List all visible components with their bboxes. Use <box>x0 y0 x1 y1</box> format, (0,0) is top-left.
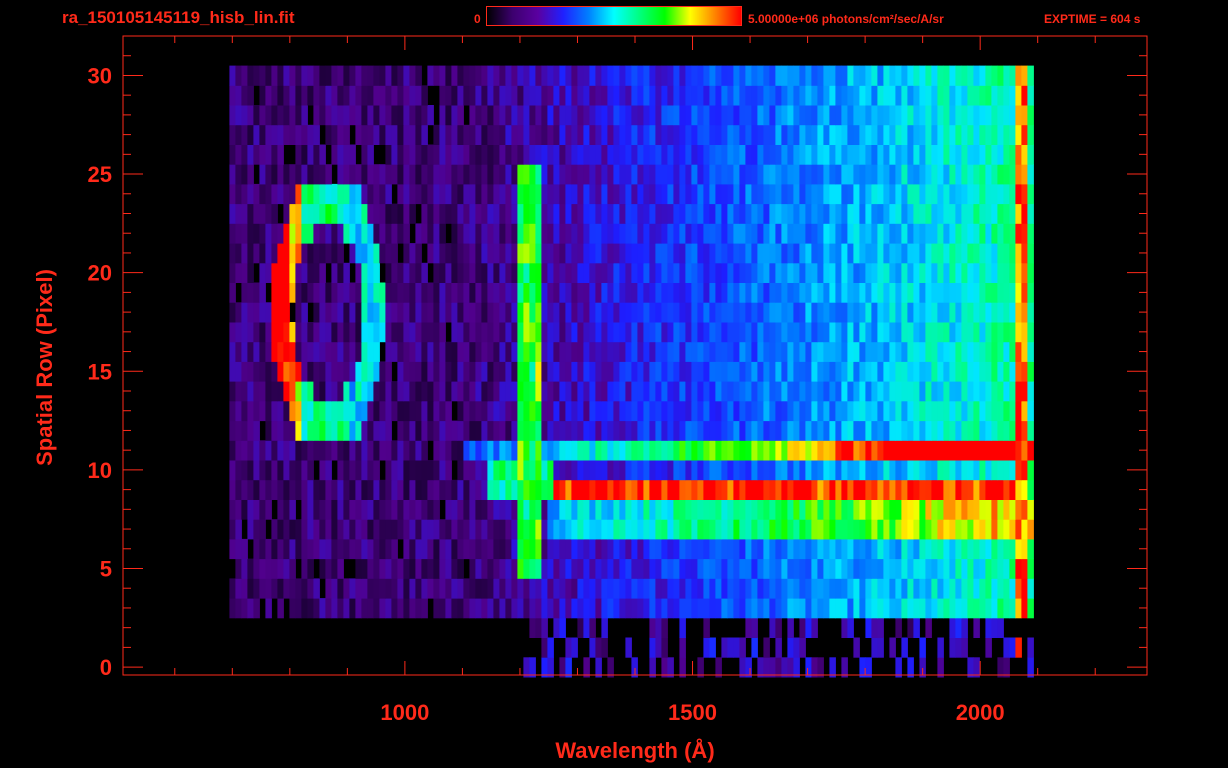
y-tick-label: 20 <box>88 261 112 286</box>
y-tick-label: 15 <box>88 359 112 384</box>
heatmap-plot: 1000 1500 2000 0 5 10 15 20 25 30 Wavelength (Å) Sp… <box>32 35 1148 763</box>
y-tick-label: 25 <box>88 162 112 187</box>
x-tick-label: 2000 <box>956 700 1005 725</box>
y-tick-label: 10 <box>88 458 112 483</box>
x-tick-label: 1000 <box>380 700 429 725</box>
y-axis-label: Spatial Row (Pixel) <box>32 269 57 466</box>
y-tick-label: 0 <box>100 655 112 680</box>
x-axis-label: Wavelength (Å) <box>555 737 714 763</box>
x-tick-label: 1500 <box>668 700 717 725</box>
spectral-image-viewer: ra_150105145119_hisb_lin.fit 0 5.00000e+… <box>0 0 1228 768</box>
heatmap-image <box>229 65 1034 678</box>
y-tick-label: 5 <box>100 557 112 582</box>
y-tick-label: 30 <box>88 63 112 88</box>
